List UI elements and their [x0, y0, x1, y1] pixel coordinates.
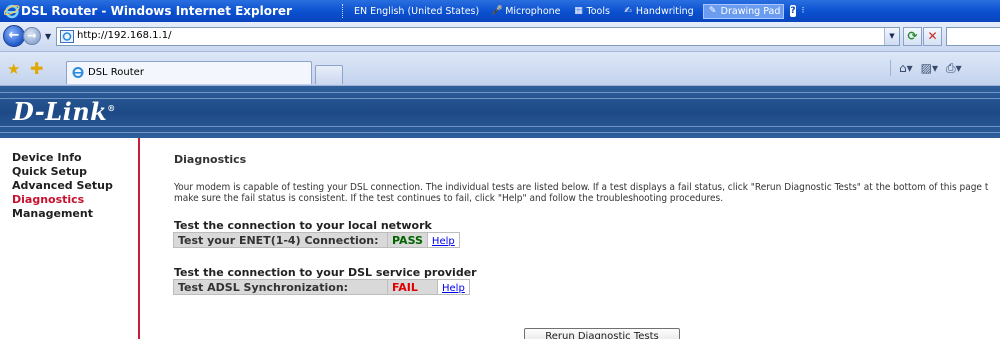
tab-label: DSL Router	[88, 67, 144, 78]
refresh-icon: ⟳	[907, 29, 918, 43]
test-result-fail: FAIL	[387, 279, 438, 295]
test-label: Test ADSL Synchronization:	[173, 279, 388, 295]
sidebar: Device Info Quick Setup Advanced Setup D…	[0, 138, 140, 339]
ie-page-icon	[72, 67, 84, 78]
arrow-right-icon: →	[27, 29, 37, 42]
help-link-cell: Help	[426, 232, 460, 248]
page-description: Your modem is capable of testing your DS…	[174, 182, 1000, 204]
main-content: Diagnostics Your modem is capable of tes…	[162, 138, 1000, 339]
feeds-icon[interactable]: ▨▾	[921, 61, 938, 75]
language-selector[interactable]: EN English (United States)	[351, 5, 482, 18]
favorites-star-icon[interactable]: ★	[7, 60, 20, 78]
home-icon[interactable]: ⌂▾	[899, 61, 913, 75]
test-result-pass: PASS	[387, 232, 428, 248]
handwriting-icon: ✍	[624, 5, 632, 16]
language-bar-grip[interactable]	[342, 4, 343, 18]
microphone-icon: 🎤	[491, 5, 503, 16]
handwriting-button[interactable]: ✍ Handwriting	[619, 5, 697, 18]
language-bar: EN English (United States) 🎤 Microphone …	[342, 2, 805, 20]
address-url: http://192.168.1.1/	[77, 30, 172, 41]
banner-stripe	[0, 132, 1000, 133]
internet-explorer-icon	[4, 4, 20, 19]
language-bar-help-icon[interactable]: ?	[790, 5, 796, 17]
window-title-bar: DSL Router - Windows Internet Explorer E…	[0, 0, 1000, 22]
back-button[interactable]: ←	[3, 25, 25, 47]
help-link-enet[interactable]: Help	[432, 236, 455, 247]
sidebar-item-advanced-setup[interactable]: Advanced Setup	[12, 179, 113, 193]
table-row: Test ADSL Synchronization: FAIL Help	[173, 279, 470, 295]
help-link-cell: Help	[437, 279, 470, 295]
local-network-test-table: Test your ENET(1-4) Connection: PASS Hel…	[173, 232, 460, 248]
tools-button[interactable]: ▦ Tools	[570, 5, 613, 18]
banner-stripe	[0, 92, 1000, 93]
microphone-button[interactable]: 🎤 Microphone	[488, 5, 563, 18]
table-row: Test your ENET(1-4) Connection: PASS Hel…	[173, 232, 460, 248]
page-title: Diagnostics	[174, 153, 247, 166]
rerun-diagnostic-tests-button[interactable]: Rerun Diagnostic Tests	[524, 328, 680, 339]
description-line: Your modem is capable of testing your DS…	[174, 182, 989, 193]
dlink-banner: D-Link®	[0, 86, 1000, 138]
drawing-pad-icon: ✎	[708, 5, 717, 16]
address-dropdown-icon[interactable]: ▼	[884, 28, 899, 45]
banner-stripe	[0, 98, 1000, 99]
new-tab-button[interactable]	[315, 65, 343, 84]
forward-button[interactable]: →	[23, 27, 41, 45]
print-icon[interactable]: ⎙▾	[946, 61, 962, 76]
section-title-local-network: Test the connection to your local networ…	[174, 219, 432, 232]
history-dropdown-icon[interactable]: ▼	[45, 32, 51, 41]
address-input[interactable]: http://192.168.1.1/ ▼	[56, 27, 900, 46]
stop-icon: ✕	[927, 29, 938, 43]
tab-dsl-router[interactable]: DSL Router	[66, 61, 312, 84]
dsl-provider-test-table: Test ADSL Synchronization: FAIL Help	[173, 279, 470, 295]
tools-icon: ▦	[574, 5, 583, 16]
window-title: DSL Router - Windows Internet Explorer	[21, 4, 292, 18]
arrow-left-icon: ←	[8, 28, 20, 43]
address-toolbar: ← → ▼ http://192.168.1.1/ ▼ ⟳ ✕	[0, 22, 1000, 52]
command-bar-separator	[890, 60, 891, 76]
banner-stripe	[0, 126, 1000, 127]
command-bar: ⌂▾ ▨▾ ⎙▾	[890, 60, 962, 76]
sidebar-item-device-info[interactable]: Device Info	[12, 151, 113, 165]
section-title-dsl-provider: Test the connection to your DSL service …	[174, 266, 477, 279]
stop-button[interactable]: ✕	[923, 27, 942, 46]
sidebar-item-diagnostics[interactable]: Diagnostics	[12, 193, 113, 207]
search-input[interactable]	[946, 27, 1000, 46]
drawing-pad-button[interactable]: ✎ Drawing Pad	[702, 3, 785, 19]
test-label: Test your ENET(1-4) Connection:	[173, 232, 388, 248]
refresh-button[interactable]: ⟳	[903, 27, 922, 46]
sidebar-menu: Device Info Quick Setup Advanced Setup D…	[12, 151, 113, 221]
description-line: make sure the fail status is consistent.…	[174, 193, 724, 204]
sidebar-item-management[interactable]: Management	[12, 207, 113, 221]
tab-bar: ★ ✚ DSL Router ⌂▾ ▨▾ ⎙▾	[0, 52, 1000, 86]
dlink-logo: D-Link®	[13, 97, 116, 126]
ie-page-icon	[60, 30, 74, 43]
language-bar-options-icon[interactable]: ⁝	[802, 6, 805, 17]
sidebar-item-quick-setup[interactable]: Quick Setup	[12, 165, 113, 179]
help-link-adsl[interactable]: Help	[442, 283, 465, 294]
add-favorites-icon[interactable]: ✚	[30, 59, 43, 78]
